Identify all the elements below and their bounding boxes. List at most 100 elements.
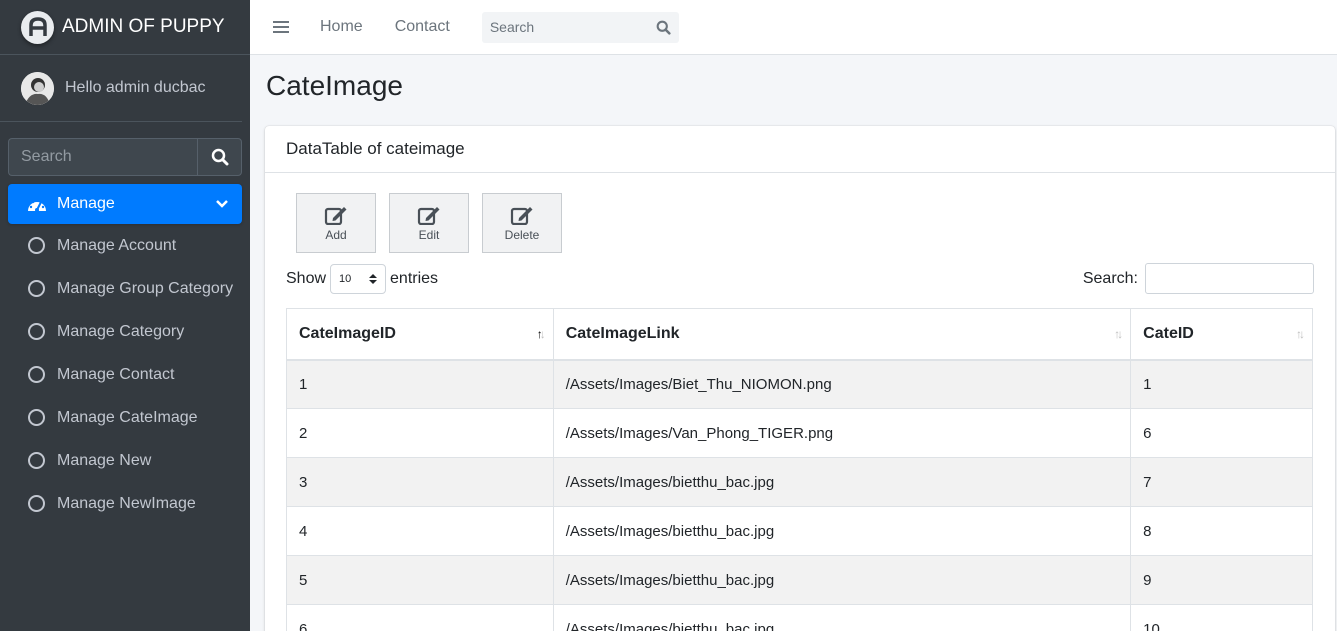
search-icon <box>211 148 228 166</box>
sidebar-search-placeholder: Search <box>21 148 72 165</box>
cell-cateimagelink: /Assets/Images/Biet_Thu_NIOMON.png <box>552 359 1132 409</box>
dashboard-icon <box>28 200 46 212</box>
delete-button[interactable]: Delete <box>482 193 562 253</box>
sidebar-item-manage-account[interactable]: Manage Account <box>8 224 242 267</box>
page-title: CateImage <box>266 70 403 101</box>
sidebar-item-manage-category[interactable]: Manage Category <box>8 310 242 353</box>
sidebar-search-button[interactable] <box>197 138 242 176</box>
avatar <box>21 71 54 105</box>
sidebar-item-manage-group-category[interactable]: Manage Group Category <box>8 267 242 310</box>
cell-cateimageid: 2 <box>286 408 554 458</box>
length-suffix: entries <box>390 270 439 287</box>
column-header-cateid[interactable]: CateID ↑↓ <box>1130 308 1313 361</box>
sidebar-item-manage-new[interactable]: Manage New <box>8 439 242 482</box>
table-row[interactable]: 4 /Assets/Images/bietthu_bac.jpg 8 <box>286 506 1313 556</box>
table-row[interactable]: 2 /Assets/Images/Van_Phong_TIGER.png 6 <box>286 408 1313 458</box>
datatable-search: Search: <box>1083 263 1314 294</box>
sidebar-item-manage-contact[interactable]: Manage Contact <box>8 353 242 396</box>
sidebar-item-label: Manage Account <box>57 236 177 254</box>
table-row[interactable]: 5 /Assets/Images/bietthu_bac.jpg 9 <box>286 555 1313 605</box>
brand-title: ADMIN OF PUPPY <box>62 16 225 37</box>
column-header-cateimageid[interactable]: CateImageID ↑↓ <box>286 308 554 361</box>
sidebar-search-input[interactable]: Search <box>8 138 197 176</box>
user-greeting[interactable]: Hello admin ducbac <box>65 79 206 97</box>
table-row[interactable]: 3 /Assets/Images/bietthu_bac.jpg 7 <box>286 457 1313 507</box>
table-row[interactable]: 6 /Assets/Images/bietthu_bac.jpg 10 <box>286 604 1313 631</box>
add-button[interactable]: Add <box>296 193 376 253</box>
sidebar-nav: Manage Manage Account Manage Group Categ… <box>8 184 242 525</box>
cell-cateid: 10 <box>1130 604 1313 631</box>
circle-icon <box>28 237 45 254</box>
data-table: CateImageID ↑↓ CateImageLink ↑↓ CateID ↑↓ 1… <box>286 308 1313 631</box>
cell-cateimagelink: /Assets/Images/bietthu_bac.jpg <box>552 506 1132 556</box>
nav-link-home[interactable]: Home <box>320 18 363 36</box>
sidebar-item-label: Manage New <box>57 451 152 469</box>
topbar-search-input[interactable]: Search <box>481 11 679 43</box>
edit-icon <box>417 206 440 225</box>
datatable-card: DataTable of cateimage Add Edit Delete S… <box>265 126 1335 631</box>
column-header-cateimagelink[interactable]: CateImageLink ↑↓ <box>552 308 1132 361</box>
length-select[interactable]: 10 <box>330 264 387 294</box>
hamburger-menu-icon[interactable] <box>273 18 289 36</box>
cell-cateimageid: 5 <box>286 555 554 605</box>
cell-cateimageid: 6 <box>286 604 554 631</box>
circle-icon <box>28 495 45 512</box>
cell-cateid: 7 <box>1130 457 1313 507</box>
add-button-label: Add <box>325 227 347 242</box>
sort-icon: ↑↓ <box>1114 327 1123 341</box>
edit-icon <box>324 206 347 225</box>
sidebar-item-manage[interactable]: Manage <box>8 184 242 224</box>
sidebar: ADMIN OF PUPPY Hello admin ducbac Search… <box>0 0 250 631</box>
circle-icon <box>28 452 45 469</box>
edit-button-label: Edit <box>418 227 440 242</box>
topbar-search-placeholder: Search <box>489 19 535 35</box>
sidebar-item-label: Manage CateImage <box>57 408 198 426</box>
column-header-label: CateImageID <box>299 324 396 342</box>
sidebar-item-manage-newimage[interactable]: Manage NewImage <box>8 482 242 525</box>
edit-button[interactable]: Edit <box>389 193 469 253</box>
sidebar-item-label: Manage Category <box>57 322 185 340</box>
delete-button-label: Delete <box>504 227 540 242</box>
cell-cateimageid: 3 <box>286 457 554 507</box>
search-icon[interactable] <box>656 20 671 35</box>
cell-cateimagelink: /Assets/Images/bietthu_bac.jpg <box>552 604 1132 631</box>
table-row[interactable]: 1 /Assets/Images/Biet_Thu_NIOMON.png 1 <box>286 359 1313 409</box>
cell-cateid: 8 <box>1130 506 1313 556</box>
brand[interactable]: ADMIN OF PUPPY <box>0 0 250 55</box>
length-value: 10 <box>339 273 352 285</box>
cell-cateimageid: 1 <box>286 359 554 409</box>
cell-cateid: 6 <box>1130 408 1313 458</box>
circle-icon <box>28 409 45 426</box>
sidebar-item-label: Manage NewImage <box>57 494 196 512</box>
card-header: DataTable of cateimage <box>265 126 1335 173</box>
chevron-down-icon[interactable] <box>216 200 228 208</box>
brand-logo-icon <box>21 10 54 44</box>
table-header-row: CateImageID ↑↓ CateImageLink ↑↓ CateID ↑↓ <box>286 308 1313 361</box>
cell-cateimageid: 4 <box>286 506 554 556</box>
datatable-search-input[interactable] <box>1145 263 1314 294</box>
datatable-search-label: Search: <box>1082 269 1138 287</box>
cell-cateid: 9 <box>1130 555 1313 605</box>
circle-icon <box>28 280 45 297</box>
cell-cateimagelink: /Assets/Images/Van_Phong_TIGER.png <box>552 408 1132 458</box>
sidebar-item-label: Manage <box>57 195 115 212</box>
sidebar-search: Search <box>8 138 242 176</box>
cell-cateid: 1 <box>1130 359 1313 409</box>
sidebar-item-manage-cateimage[interactable]: Manage CateImage <box>8 396 242 439</box>
circle-icon <box>28 366 45 383</box>
user-panel[interactable]: Hello admin ducbac <box>0 55 242 122</box>
length-control: Show 10 entries <box>286 264 438 294</box>
sort-caret-icon <box>369 274 378 284</box>
sort-icon: ↑↓ <box>1296 327 1305 341</box>
cell-cateimagelink: /Assets/Images/bietthu_bac.jpg <box>552 555 1132 605</box>
edit-icon <box>510 206 533 225</box>
datatable-buttons: Add Edit Delete <box>296 193 575 253</box>
column-header-label: CateImageLink <box>565 324 680 342</box>
sidebar-item-label: Manage Contact <box>57 365 175 383</box>
nav-link-contact[interactable]: Contact <box>395 18 450 36</box>
sidebar-item-label: Manage Group Category <box>57 279 234 297</box>
column-header-label: CateID <box>1143 324 1194 342</box>
cell-cateimagelink: /Assets/Images/bietthu_bac.jpg <box>552 457 1132 507</box>
topbar: Home Contact Search <box>250 0 1337 55</box>
circle-icon <box>28 323 45 340</box>
